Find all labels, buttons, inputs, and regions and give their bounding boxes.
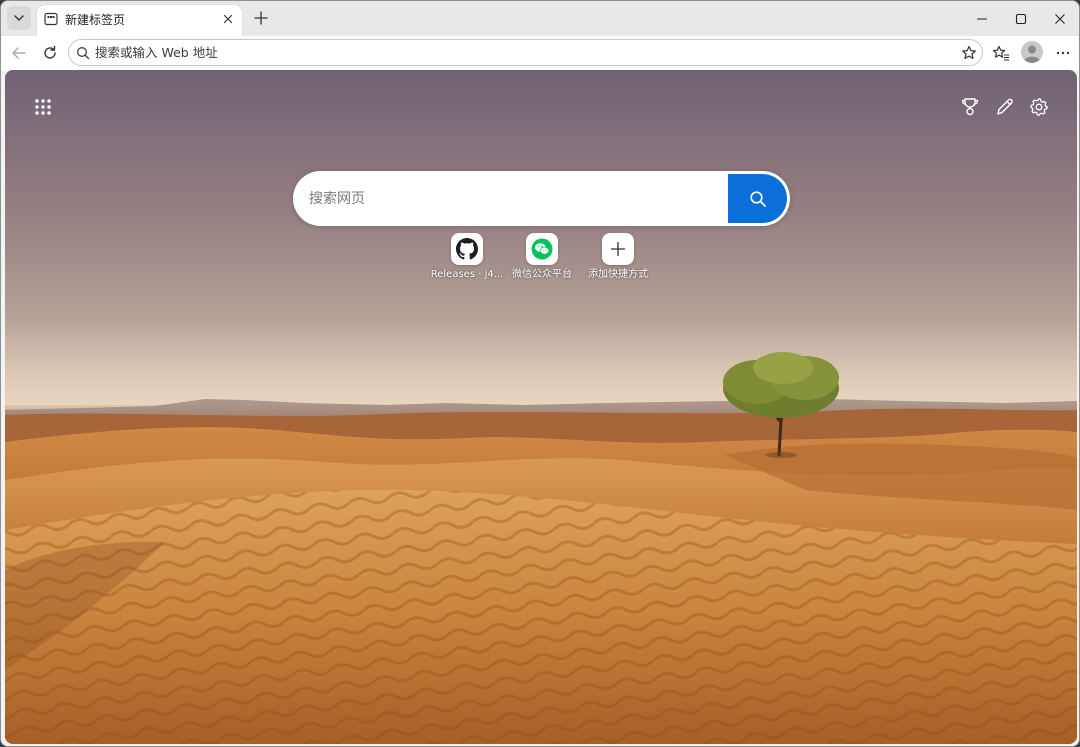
quick-link-github[interactable]: Releases · j4... <box>429 233 505 283</box>
search-icon <box>749 190 766 207</box>
window-close-button[interactable] <box>1040 1 1079 36</box>
minimize-button[interactable] <box>962 1 1002 36</box>
more-horizontal-icon <box>1056 51 1070 55</box>
favorites-list-icon <box>992 45 1009 61</box>
gear-icon <box>1030 98 1048 116</box>
tab-title: 新建标签页 <box>65 13 126 27</box>
quick-link-label: Releases · j4... <box>430 269 504 280</box>
add-favorite-button[interactable] <box>960 44 978 62</box>
close-icon <box>223 14 233 24</box>
quick-links: Releases · j4... 微信公众平台 添加快捷方式 <box>429 233 669 283</box>
settings-more-button[interactable] <box>1050 40 1076 66</box>
quick-link-wechat[interactable]: 微信公众平台 <box>504 233 580 283</box>
refresh-icon <box>44 45 56 59</box>
address-bar[interactable]: 搜索或输入 Web 地址 <box>68 39 983 66</box>
chevron-down-icon <box>14 15 24 21</box>
search-submit-button[interactable] <box>728 174 787 223</box>
github-icon <box>456 238 478 260</box>
quick-link-label: 微信公众平台 <box>512 269 572 280</box>
tab-strip: 新建标签页 <box>1 1 1079 36</box>
quick-link-tile <box>451 233 483 265</box>
rewards-button[interactable] <box>957 94 983 120</box>
toolbar: 搜索或输入 Web 地址 <box>1 36 1079 70</box>
quick-link-label: 添加快捷方式 <box>588 269 648 280</box>
maximize-button[interactable] <box>1001 1 1041 36</box>
tab-actions-button[interactable] <box>7 6 31 30</box>
minimize-icon <box>977 17 987 20</box>
pencil-icon <box>997 98 1013 115</box>
customize-button[interactable] <box>992 94 1018 120</box>
new-tab-page-icon <box>44 12 58 26</box>
plus-icon <box>254 11 268 25</box>
tab-new-tab[interactable]: 新建标签页 <box>37 5 242 36</box>
search-icon <box>77 47 90 60</box>
plus-icon <box>610 241 626 257</box>
page-settings-button[interactable] <box>1026 94 1052 120</box>
close-icon <box>1055 13 1065 24</box>
app-launcher-button[interactable] <box>31 95 55 119</box>
profile-avatar[interactable] <box>1021 41 1043 63</box>
arrow-left-icon <box>12 47 26 59</box>
user-icon <box>1021 41 1043 63</box>
apps-grid-icon <box>35 99 51 115</box>
address-placeholder: 搜索或输入 Web 地址 <box>95 45 218 60</box>
new-tab-page: Releases · j4... 微信公众平台 <box>5 70 1077 744</box>
refresh-button[interactable] <box>37 40 63 66</box>
web-search-input[interactable] <box>309 171 709 226</box>
quick-link-tile <box>602 233 634 265</box>
browser-window: 新建标签页 搜索或输入 Web 地址 搜索网页 Releases · j4...… <box>0 0 1080 747</box>
trophy-icon <box>961 98 979 116</box>
web-search-box <box>293 171 790 226</box>
wechat-icon <box>531 238 553 260</box>
back-button[interactable] <box>6 40 32 66</box>
tab-close-button[interactable] <box>220 11 236 27</box>
maximize-icon <box>1015 13 1027 24</box>
star-icon <box>962 45 976 59</box>
new-tab-button[interactable] <box>250 7 272 29</box>
favorites-button[interactable] <box>988 40 1014 66</box>
quick-link-tile <box>526 233 558 265</box>
add-shortcut-button[interactable]: 添加快捷方式 <box>580 233 656 283</box>
